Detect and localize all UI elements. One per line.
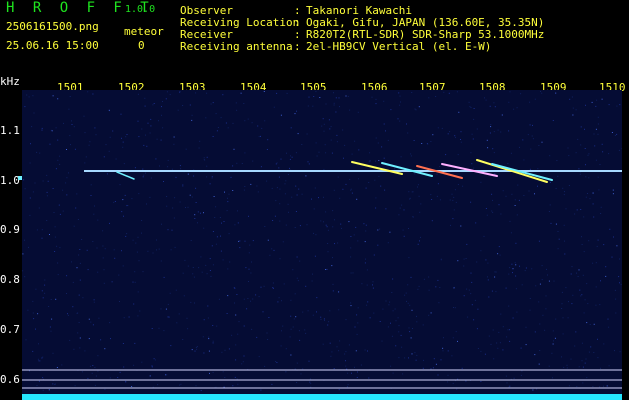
y-tick-label: 1.1 bbox=[0, 124, 20, 137]
y-axis-unit: kHz bbox=[0, 75, 20, 88]
y-tick-label: 0.8 bbox=[0, 273, 20, 286]
y-tick-label: 0.7 bbox=[0, 323, 20, 336]
edge-signal bbox=[18, 176, 22, 180]
y-tick-label: 0.9 bbox=[0, 223, 20, 236]
spectrogram-canvas bbox=[22, 90, 622, 400]
app-version: 1.0.0 bbox=[125, 4, 156, 15]
meteor-count: 0 bbox=[138, 39, 145, 52]
capture-datetime: 25.06.16 15:00 bbox=[6, 39, 99, 52]
info-label-antenna: Receiving antenna bbox=[180, 40, 293, 53]
spectrogram bbox=[22, 90, 622, 400]
header-panel: H R O F F T 1.0.0 2506161500.png 25.06.1… bbox=[0, 0, 629, 76]
y-tick-label: 0.6 bbox=[0, 373, 20, 386]
info-value-antenna: 2el-HB9CV Vertical (el. E-W) bbox=[306, 40, 492, 53]
y-tick-label: 1.0 bbox=[0, 174, 20, 187]
noise-floor bbox=[22, 394, 622, 400]
image-filename: 2506161500.png bbox=[6, 20, 99, 33]
info-colon: : bbox=[294, 40, 301, 53]
meteor-label: meteor bbox=[124, 25, 164, 38]
